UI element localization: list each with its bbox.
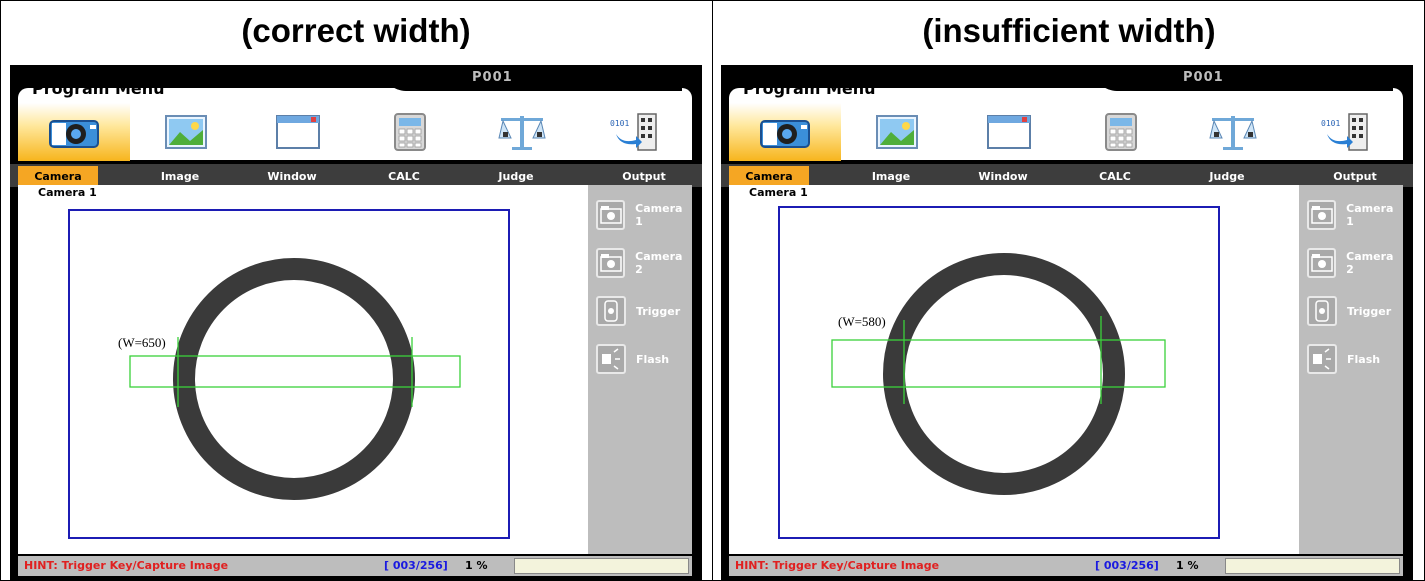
- side-item-label: Camera 2: [1346, 250, 1394, 276]
- program-number: P001: [1183, 70, 1224, 85]
- flash-icon: [596, 344, 626, 374]
- window-menu-button[interactable]: [953, 103, 1065, 161]
- caption-correct-width: (correct width): [241, 12, 471, 49]
- menu-icon-row: 0101: [18, 103, 692, 161]
- side-item-flash[interactable]: Flash: [1307, 343, 1380, 375]
- header-notch: [382, 65, 682, 91]
- side-item-label: Flash: [636, 352, 670, 366]
- side-item-label: Camera 1: [1346, 202, 1394, 228]
- camera-icon: [760, 120, 810, 148]
- side-item-trigger[interactable]: Trigger: [1307, 295, 1391, 327]
- memory-percent: 1 %: [1176, 559, 1199, 572]
- image-counter: [ 003/256]: [1095, 559, 1159, 572]
- camera-menu-button[interactable]: [18, 103, 130, 161]
- camera-box-icon: [1307, 200, 1337, 230]
- tab-bar: Camera Image Window CALC Judge Output: [10, 161, 702, 187]
- caption-insufficient-width: (insufficient width): [922, 12, 1216, 49]
- camera-view: Camera 1 (W=650) Camera 1 Camera 2 Trigg…: [18, 185, 692, 554]
- memory-percent: 1 %: [465, 559, 488, 572]
- side-item-label: Camera 2: [635, 250, 683, 276]
- tab-calc[interactable]: CALC: [1075, 166, 1155, 186]
- image-icon: [876, 115, 918, 149]
- program-menu-screen-right: Program Menu P001 0101 Camera Image Wind…: [721, 65, 1413, 581]
- tab-output[interactable]: Output: [1315, 166, 1395, 186]
- header-notch: [1093, 65, 1393, 91]
- image-counter: [ 003/256]: [384, 559, 448, 572]
- judge-menu-button[interactable]: [1177, 103, 1289, 161]
- calculator-icon: [394, 113, 426, 151]
- camera-box-icon: [596, 200, 626, 230]
- image-icon: [165, 115, 207, 149]
- judge-menu-button[interactable]: [466, 103, 578, 161]
- status-bar: HINT: Trigger Key/Capture Image [ 003/25…: [721, 554, 1413, 581]
- image-menu-button[interactable]: [841, 103, 953, 161]
- camera-image-frame: (W=580): [778, 206, 1220, 539]
- menu-icon-row: 0101: [729, 103, 1403, 161]
- page-title: Program Menu: [32, 79, 165, 98]
- tab-bar: Camera Image Window CALC Judge Output: [721, 161, 1413, 187]
- tab-window[interactable]: Window: [963, 166, 1043, 186]
- flash-icon: [1307, 344, 1337, 374]
- progress-bar: [1225, 558, 1400, 574]
- side-item-label: Trigger: [636, 304, 681, 318]
- trigger-icon: [596, 296, 626, 326]
- camera-view: Camera 1 (W=580) Camera 1 Camera 2 Trigg…: [729, 185, 1403, 554]
- tab-image[interactable]: Image: [851, 166, 931, 186]
- camera-icon: [49, 120, 99, 148]
- ring-image: [129, 258, 461, 500]
- camera-title: Camera 1: [749, 186, 808, 199]
- hint-text: HINT: Trigger Key/Capture Image: [24, 559, 229, 572]
- camera-side-menu: Camera 1 Camera 2 Trigger Flash: [588, 185, 692, 554]
- tab-judge[interactable]: Judge: [1187, 166, 1267, 186]
- tab-camera[interactable]: Camera: [729, 166, 809, 186]
- side-item-label: Camera 1: [635, 202, 683, 228]
- svg-text:0101: 0101: [610, 119, 629, 128]
- width-label: (W=650): [118, 335, 166, 350]
- progress-bar: [514, 558, 689, 574]
- output-menu-button[interactable]: 0101: [1289, 103, 1401, 161]
- camera-box-icon: [1307, 248, 1337, 278]
- side-item-camera-1[interactable]: Camera 1: [596, 199, 692, 231]
- tab-camera[interactable]: Camera: [18, 166, 98, 186]
- window-icon: [276, 115, 320, 149]
- side-item-flash[interactable]: Flash: [596, 343, 669, 375]
- ring-image: [831, 253, 1166, 495]
- image-menu-button[interactable]: [130, 103, 242, 161]
- width-label: (W=580): [838, 314, 886, 329]
- side-item-camera-1[interactable]: Camera 1: [1307, 199, 1403, 231]
- tab-calc[interactable]: CALC: [364, 166, 444, 186]
- calc-menu-button[interactable]: [354, 103, 466, 161]
- calc-menu-button[interactable]: [1065, 103, 1177, 161]
- camera-side-menu: Camera 1 Camera 2 Trigger Flash: [1299, 185, 1403, 554]
- side-item-label: Trigger: [1347, 304, 1392, 318]
- panel-divider: [712, 0, 713, 581]
- svg-text:0101: 0101: [1321, 119, 1340, 128]
- balance-scale-icon: [1209, 116, 1257, 150]
- program-number: P001: [472, 70, 513, 85]
- tab-image[interactable]: Image: [140, 166, 220, 186]
- side-item-trigger[interactable]: Trigger: [596, 295, 680, 327]
- output-device-icon: 0101: [1321, 113, 1368, 151]
- side-item-camera-2[interactable]: Camera 2: [596, 247, 692, 279]
- balance-scale-icon: [498, 116, 546, 150]
- status-bar: HINT: Trigger Key/Capture Image [ 003/25…: [10, 554, 702, 581]
- camera-title: Camera 1: [38, 186, 97, 199]
- window-icon: [987, 115, 1031, 149]
- calculator-icon: [1105, 113, 1137, 151]
- output-device-icon: 0101: [610, 113, 657, 151]
- window-menu-button[interactable]: [242, 103, 354, 161]
- camera-menu-button[interactable]: [729, 103, 841, 161]
- tab-window[interactable]: Window: [252, 166, 332, 186]
- output-menu-button[interactable]: 0101: [578, 103, 690, 161]
- camera-image-frame: (W=650): [68, 209, 510, 539]
- trigger-icon: [1307, 296, 1337, 326]
- side-item-camera-2[interactable]: Camera 2: [1307, 247, 1403, 279]
- tab-judge[interactable]: Judge: [476, 166, 556, 186]
- hint-text: HINT: Trigger Key/Capture Image: [735, 559, 940, 572]
- tab-output[interactable]: Output: [604, 166, 684, 186]
- side-item-label: Flash: [1347, 352, 1381, 366]
- page-title: Program Menu: [743, 79, 876, 98]
- program-menu-screen-left: Program Menu P001 0101 Camera Image Wind…: [10, 65, 702, 581]
- camera-box-icon: [596, 248, 626, 278]
